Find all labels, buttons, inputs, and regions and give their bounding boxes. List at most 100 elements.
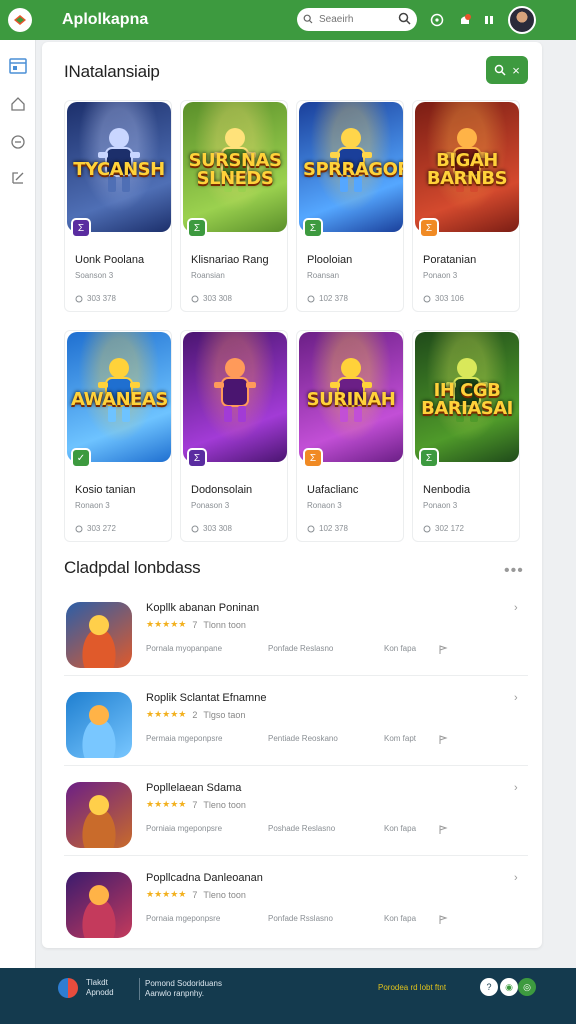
flag-icon[interactable] (438, 642, 448, 660)
game-logo-text: BIGAH BARNBS (426, 149, 508, 189)
chevron-right-icon[interactable]: › (514, 782, 518, 794)
card-badge: Σ (419, 218, 439, 238)
game-icon[interactable] (66, 872, 132, 938)
close-icon: × (512, 62, 520, 78)
flag-icon[interactable] (438, 822, 448, 840)
game-thumbnail[interactable]: SURINAH (299, 332, 403, 462)
card-meta: 102 378 (307, 294, 348, 303)
card-subtitle: Roansian (191, 271, 225, 280)
search-box[interactable] (297, 8, 417, 31)
game-thumbnail[interactable]: SPRRAGOR (299, 102, 403, 232)
game-card[interactable]: AWANEAS ✓ Kosio tanian Ronaon 3 303 272 (64, 330, 172, 542)
card-meta: 303 106 (423, 294, 464, 303)
star-rating-icon: ★★★★★ (146, 709, 187, 719)
game-card[interactable]: SURINAH Σ Uafaclianc Ronaon 3 102 378 (296, 330, 404, 542)
dashboard-icon[interactable] (8, 56, 28, 76)
card-meta: 302 172 (423, 524, 464, 533)
game-card[interactable]: SURSNAS SLNEDS Σ Klisnariao Rang Roansia… (180, 100, 288, 312)
card-title: Klisnariao Rang (191, 254, 269, 266)
list-item-title[interactable]: Roplik Sclantat Efnamne (146, 692, 266, 704)
game-card[interactable]: BIGAH BARNBS Σ Poratanian Ponaon 3 303 1… (412, 100, 520, 312)
card-badge: Σ (187, 448, 207, 468)
list-item-meta: Pornala myopanpane (146, 644, 223, 653)
chevron-right-icon[interactable]: › (514, 602, 518, 614)
list-item-title[interactable]: Popllelaean Sdama (146, 782, 241, 794)
list-item[interactable]: Kopllk abanan Poninan ★★★★★ 7 Tlonn toon… (64, 586, 528, 676)
card-badge: Σ (187, 218, 207, 238)
chat-icon[interactable] (8, 132, 28, 152)
search-input[interactable] (319, 14, 395, 25)
search-icon (494, 64, 506, 76)
chevron-right-icon[interactable]: › (514, 692, 518, 704)
star-rating-icon: ★★★★★ (146, 799, 187, 809)
rating: ★★★★★ 7 Tleno toon (146, 799, 246, 810)
clock-icon (75, 525, 83, 532)
game-logo-text: SURSNAS SLNEDS (188, 149, 282, 189)
game-icon[interactable] (66, 782, 132, 848)
flag-icon[interactable] (438, 912, 448, 930)
list-item[interactable]: Roplik Sclantat Efnamne ★★★★★ 2 Tlgso ta… (64, 676, 528, 766)
game-icon[interactable] (66, 692, 132, 758)
game-thumbnail[interactable]: IH CGB BARIASAI (415, 332, 519, 462)
card-meta: 102 378 (307, 524, 348, 533)
card-title: Nenbodia (423, 484, 471, 496)
app-title: Aplolkapna (62, 11, 149, 28)
card-subtitle: Ronaon 3 (75, 501, 110, 510)
game-card[interactable]: TYCANSH Σ Uonk Poolana Soanson 3 303 378 (64, 100, 172, 312)
game-logo-text: SPRRAGOR (303, 158, 403, 180)
game-card[interactable]: SPRRAGOR Σ Plooloian Roansan 102 378 (296, 100, 404, 312)
list-item-meta: Porniaia mgeponpsre (146, 824, 223, 833)
game-thumbnail[interactable]: BIGAH BARNBS (415, 102, 519, 232)
list-item-title[interactable]: Popllcadna Danleoanan (146, 872, 263, 884)
game-thumbnail[interactable]: TYCANSH (67, 102, 171, 232)
card-subtitle: Ponaon 3 (423, 271, 458, 280)
game-card[interactable]: IH CGB BARIASAI Σ Nenbodia Ponaon 3 302 … (412, 330, 520, 542)
list-item-meta: Kon fapa (384, 644, 417, 653)
edit-icon[interactable] (8, 168, 28, 188)
trending-title: Cladpdal lonbdass (64, 558, 201, 577)
card-meta: 303 272 (75, 524, 116, 533)
magnifier-icon[interactable] (398, 12, 411, 30)
game-thumbnail[interactable]: AWANEAS (67, 332, 171, 462)
chat-button[interactable]: ◎ (518, 978, 536, 996)
avatar[interactable] (508, 6, 536, 34)
flag-icon[interactable] (438, 732, 448, 750)
game-thumbnail[interactable] (183, 332, 287, 462)
list-item-meta: Ponfade Rsslasno (268, 914, 333, 923)
game-logo-text: IH CGB BARIASAI (421, 379, 513, 419)
app-logo[interactable] (8, 8, 32, 32)
list-item-meta: Pentiade Reoskano (268, 734, 338, 743)
featured-title: INatalansiaip (64, 62, 160, 81)
game-thumbnail[interactable]: SURSNAS SLNEDS (183, 102, 287, 232)
clock-icon (191, 295, 199, 302)
card-badge: Σ (419, 448, 439, 468)
list-item[interactable]: Popllelaean Sdama ★★★★★ 7 Tleno toon Por… (64, 766, 528, 856)
list-item[interactable]: Popllcadna Danleoanan ★★★★★ 7 Tleno toon… (64, 856, 528, 946)
top-bar: Aplolkapna (0, 0, 576, 40)
card-badge: Σ (303, 218, 323, 238)
clock-icon (307, 295, 315, 302)
notification-icon[interactable] (456, 11, 474, 29)
chevron-right-icon[interactable]: › (514, 872, 518, 884)
footer-brand: Tlakdt Apnodd (86, 978, 114, 997)
rating: ★★★★★ 7 Tlonn toon (146, 619, 246, 630)
game-card[interactable]: Σ Dodonsolain Ponason 3 303 308 (180, 330, 288, 542)
card-meta: 303 308 (191, 524, 232, 533)
help-icon[interactable] (428, 11, 446, 29)
footer-link[interactable]: Porodea rd lobt ftnt (378, 983, 446, 992)
pause-icon[interactable] (480, 11, 498, 29)
game-logo-text: TYCANSH (73, 158, 165, 180)
home-icon[interactable] (8, 94, 28, 114)
help-button[interactable]: ? (480, 978, 498, 996)
footer-logo (58, 978, 78, 998)
game-icon[interactable] (66, 602, 132, 668)
card-title: Dodonsolain (191, 484, 253, 496)
list-item-meta: Ponfade Reslasno (268, 644, 334, 653)
filter-button[interactable]: × (486, 56, 528, 84)
rating: ★★★★★ 2 Tlgso taon (146, 709, 246, 720)
settings-button[interactable]: ◉ (500, 978, 518, 996)
more-icon[interactable]: ••• (504, 562, 524, 580)
card-title: Plooloian (307, 254, 353, 266)
list-item-title[interactable]: Kopllk abanan Poninan (146, 602, 259, 614)
footer-text: Pomond Sodoriduans Aanwlo ranpnhy. (145, 979, 222, 998)
